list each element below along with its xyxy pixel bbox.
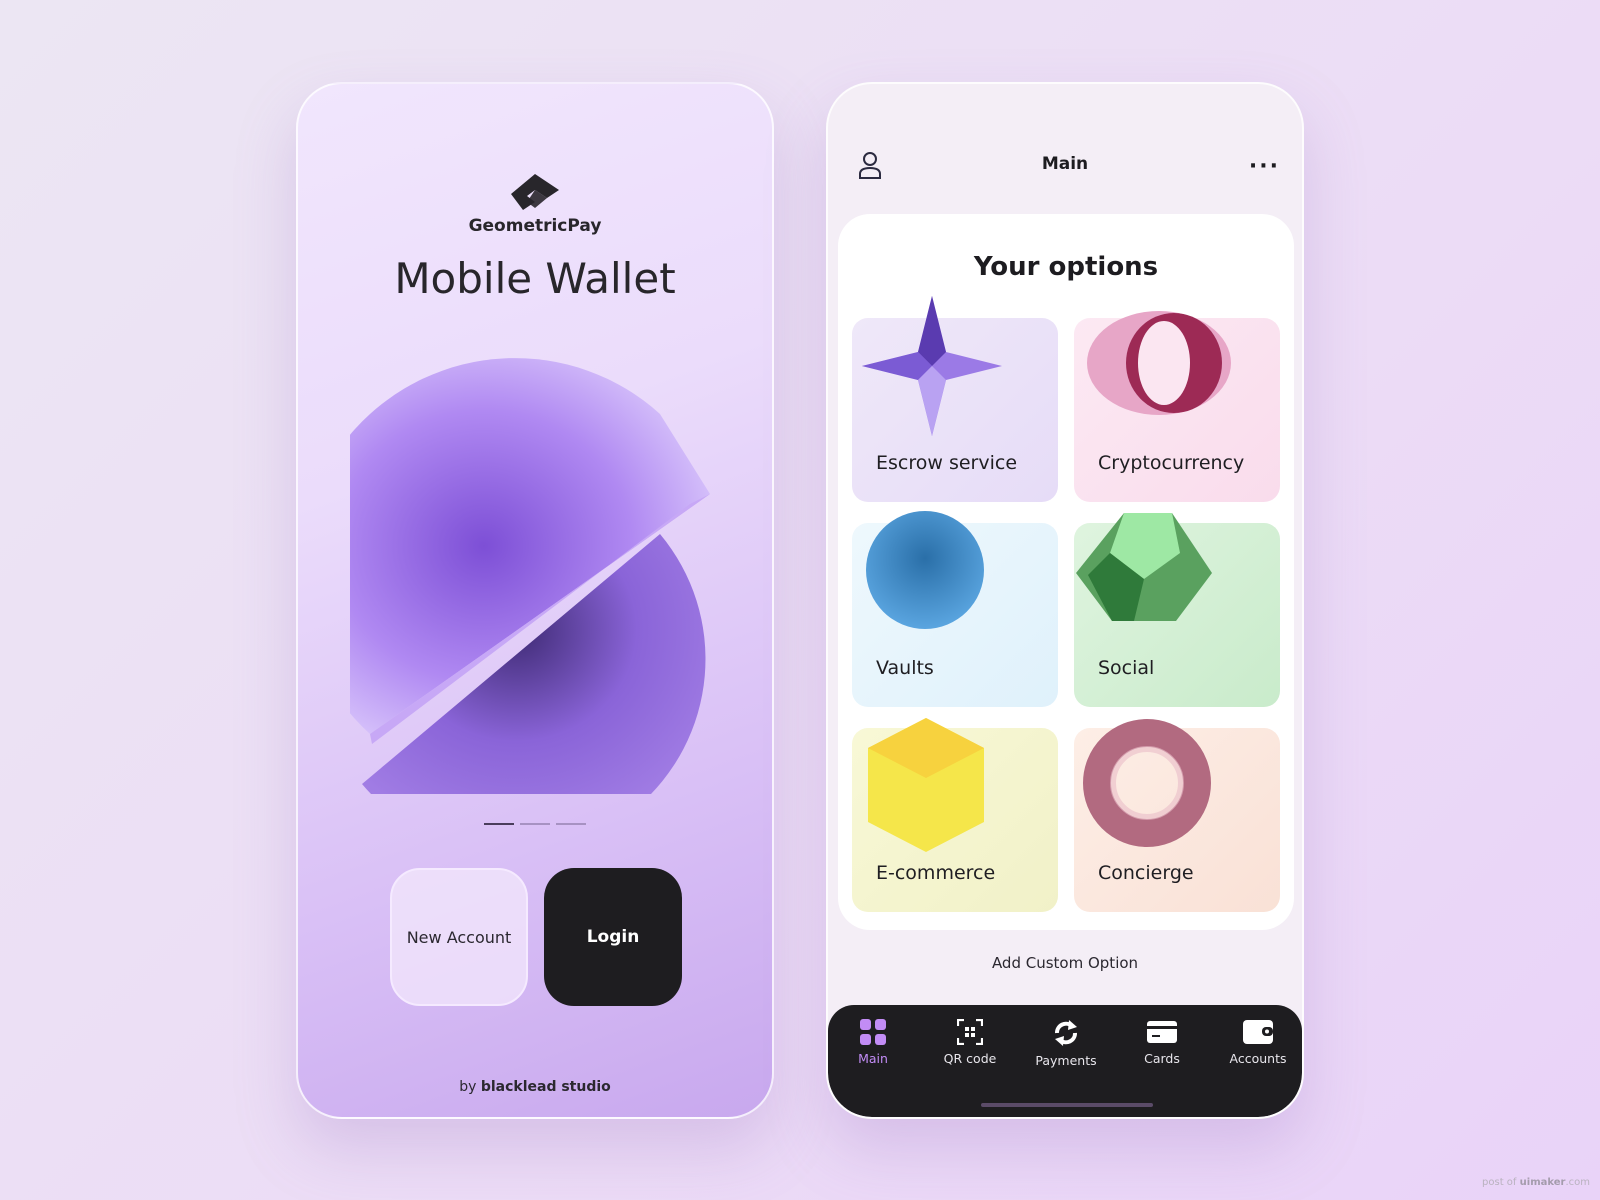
page-title: Mobile Wallet bbox=[394, 254, 676, 303]
option-vaults[interactable]: Vaults bbox=[852, 511, 1058, 707]
carousel-dot[interactable] bbox=[556, 823, 586, 825]
grid-icon bbox=[860, 1019, 886, 1045]
carousel-dot[interactable] bbox=[520, 823, 550, 825]
credit-prefix: by bbox=[459, 1079, 477, 1095]
option-escrow-service[interactable]: Escrow service bbox=[852, 296, 1058, 502]
watermark-site: uimaker bbox=[1519, 1177, 1566, 1188]
card-icon bbox=[1147, 1021, 1177, 1043]
option-label: E-commerce bbox=[876, 862, 996, 884]
ring-icon bbox=[1087, 311, 1231, 415]
more-icon[interactable]: ··· bbox=[1249, 154, 1280, 179]
header-title: Main bbox=[1041, 154, 1089, 174]
option-concierge[interactable]: Concierge bbox=[1074, 719, 1280, 912]
torus-icon bbox=[1083, 719, 1211, 847]
carousel-dot[interactable] bbox=[484, 823, 514, 825]
option-label: Cryptocurrency bbox=[1098, 452, 1245, 474]
refresh-icon bbox=[1055, 1020, 1077, 1046]
option-label: Vaults bbox=[876, 657, 934, 679]
qr-icon bbox=[957, 1019, 983, 1045]
main-screen: Main ··· Your options Escrow service Cry… bbox=[826, 82, 1304, 1119]
tab-label: Cards bbox=[1144, 1051, 1180, 1066]
header: Main ··· bbox=[828, 150, 1302, 180]
brand-name: GeometricPay bbox=[468, 216, 602, 236]
add-custom-option-link[interactable]: Add Custom Option bbox=[828, 954, 1302, 972]
tab-cards[interactable]: Cards bbox=[1117, 1019, 1207, 1066]
cube-icon bbox=[868, 718, 984, 852]
tab-label: QR code bbox=[943, 1051, 997, 1066]
tab-label: Main bbox=[858, 1051, 888, 1066]
option-label: Concierge bbox=[1098, 862, 1194, 884]
split-disc-illustration bbox=[350, 358, 710, 794]
option-cryptocurrency[interactable]: Cryptocurrency bbox=[1074, 311, 1280, 502]
home-indicator bbox=[981, 1103, 1153, 1107]
tab-accounts[interactable]: Accounts bbox=[1213, 1019, 1302, 1066]
tab-label: Payments bbox=[1035, 1053, 1097, 1068]
tab-bar: Main QR code Payments Cards Accounts bbox=[828, 1005, 1302, 1117]
option-e-commerce[interactable]: E-commerce bbox=[852, 718, 1058, 912]
welcome-screen: GeometricPay Mobile Wallet New Account L… bbox=[296, 82, 774, 1119]
watermark: post of uimaker.com bbox=[1482, 1177, 1590, 1188]
wallet-icon bbox=[1243, 1020, 1273, 1044]
credit: by blacklead studio bbox=[298, 1079, 772, 1095]
option-social[interactable]: Social bbox=[1074, 513, 1280, 707]
tab-main[interactable]: Main bbox=[828, 1019, 918, 1066]
dodecahedron-icon bbox=[1076, 513, 1212, 621]
tab-label: Accounts bbox=[1229, 1051, 1287, 1066]
option-label: Social bbox=[1098, 657, 1155, 679]
option-label: Escrow service bbox=[876, 452, 1018, 474]
credit-name: blacklead studio bbox=[480, 1079, 611, 1095]
cone-disc-icon bbox=[866, 511, 984, 629]
star-octahedron-icon bbox=[862, 296, 1002, 436]
watermark-prefix: post of bbox=[1482, 1177, 1517, 1188]
options-panel: Your options Escrow service Cryptocurren… bbox=[838, 214, 1294, 930]
login-button[interactable]: Login bbox=[544, 868, 682, 1006]
geometricpay-logo-icon bbox=[511, 174, 559, 210]
watermark-suffix: .com bbox=[1565, 1177, 1590, 1188]
section-title: Your options bbox=[973, 252, 1159, 282]
tab-qr-code[interactable]: QR code bbox=[925, 1019, 1015, 1066]
new-account-button[interactable]: New Account bbox=[390, 868, 528, 1006]
tab-payments[interactable]: Payments bbox=[1021, 1019, 1111, 1068]
carousel-indicator[interactable] bbox=[484, 823, 586, 825]
